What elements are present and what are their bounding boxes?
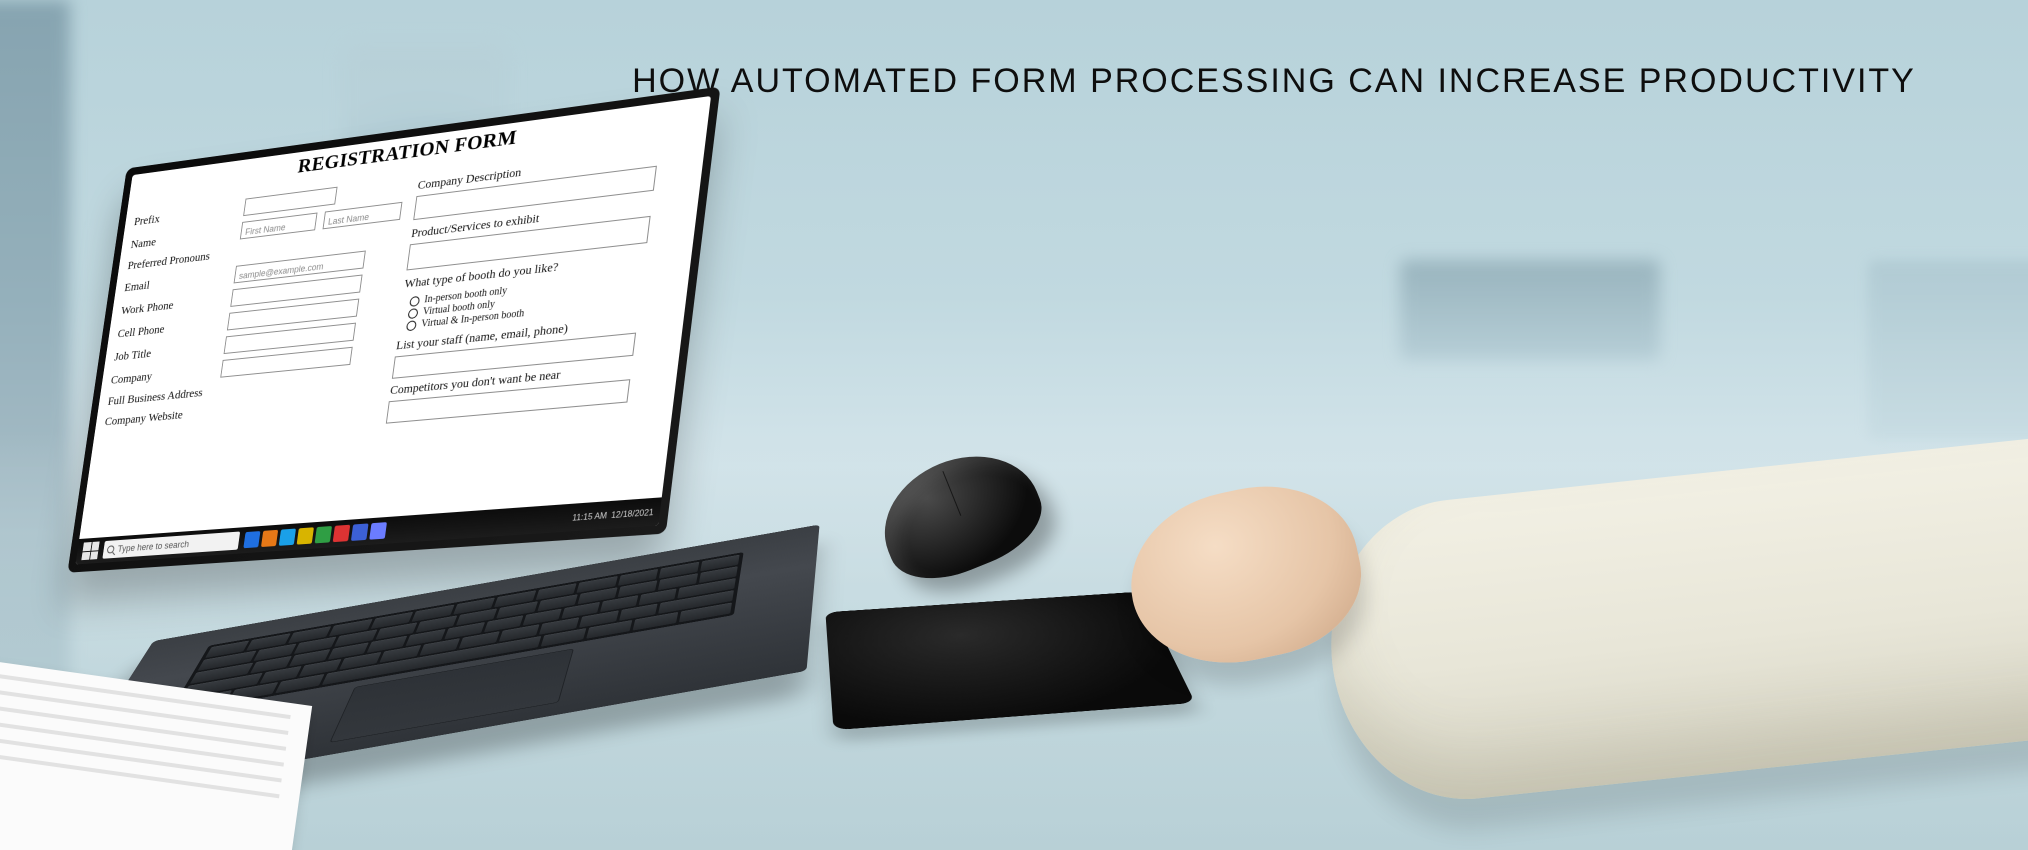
taskbar-app-icon[interactable] xyxy=(351,523,369,541)
label-company: Company xyxy=(110,362,215,387)
start-icon[interactable] xyxy=(81,541,99,560)
taskbar-search-placeholder: Type here to search xyxy=(117,539,190,554)
taskbar-app-icon[interactable] xyxy=(315,526,332,543)
label-job-title: Job Title xyxy=(113,339,218,364)
radio-icon[interactable] xyxy=(409,295,420,306)
forearm-sleeve xyxy=(1317,428,2028,812)
label-company-website: Company Website xyxy=(104,407,184,429)
label-cell-phone: Cell Phone xyxy=(117,315,222,341)
search-icon xyxy=(107,545,115,553)
laptop-screen: REGISTRATION FORM Prefix Name First Name… xyxy=(76,96,712,565)
radio-icon[interactable] xyxy=(408,307,419,318)
taskbar-app-icon[interactable] xyxy=(369,522,387,540)
taskbar-search[interactable]: Type here to search xyxy=(102,531,240,558)
taskbar-pinned-icons xyxy=(243,522,387,548)
form-left-column: Prefix Name First Name Last Name Preferr… xyxy=(88,178,405,537)
laptop-screen-bezel: REGISTRATION FORM Prefix Name First Name… xyxy=(67,86,720,572)
radio-icon[interactable] xyxy=(406,320,417,331)
input-first-name[interactable]: First Name xyxy=(240,212,318,239)
form-right-column: Company Description Product/Services to … xyxy=(373,140,695,516)
label-work-phone: Work Phone xyxy=(120,292,225,318)
taskbar-app-icon[interactable] xyxy=(261,530,278,547)
placeholder-last-name: Last Name xyxy=(323,209,373,229)
taskbar-app-icon[interactable] xyxy=(297,527,314,544)
headline-text: HOW AUTOMATED FORM PROCESSING CAN INCREA… xyxy=(560,62,1988,101)
hand-arm xyxy=(870,320,2028,840)
placeholder-first-name: First Name xyxy=(241,220,290,240)
taskbar-app-icon[interactable] xyxy=(279,529,296,546)
taskbar-app-icon[interactable] xyxy=(333,525,351,542)
label-full-business-address: Full Business Address xyxy=(107,385,204,409)
input-last-name[interactable]: Last Name xyxy=(323,202,403,230)
tray-date: 12/18/2021 xyxy=(611,507,655,520)
taskbar-app-icon[interactable] xyxy=(243,531,260,548)
system-tray[interactable]: 11:15 AM 12/18/2021 xyxy=(572,507,654,522)
scene-root: HOW AUTOMATED FORM PROCESSING CAN INCREA… xyxy=(0,0,2028,850)
tray-time: 11:15 AM xyxy=(572,510,608,522)
